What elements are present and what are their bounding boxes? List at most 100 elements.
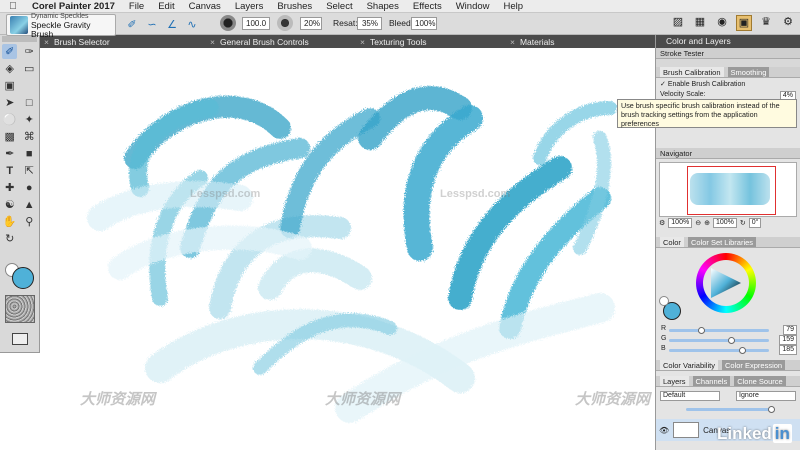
menu-help[interactable]: Help — [504, 1, 524, 12]
navigator-settings-icon[interactable]: ⚙ — [659, 219, 665, 227]
b-slider[interactable] — [669, 349, 769, 352]
perspective-icon[interactable]: ▲ — [22, 197, 37, 212]
navigator-zoom-field[interactable]: 100% — [668, 218, 693, 228]
opacity-field[interactable]: 20% — [300, 17, 322, 30]
screen-mode-icon[interactable] — [12, 333, 28, 345]
b-field[interactable]: 185 — [779, 345, 797, 355]
cross-hatch-icon[interactable]: ✚ — [2, 180, 17, 195]
zoom-out-icon[interactable]: ⊖ — [695, 219, 701, 227]
navigator-preview[interactable] — [659, 162, 797, 217]
r-field[interactable]: 79 — [783, 325, 797, 335]
close-icon[interactable]: × — [44, 37, 49, 47]
r-slider[interactable] — [669, 329, 769, 332]
settings-icon[interactable]: ⚙ — [780, 15, 796, 31]
magic-wand-icon[interactable]: ✦ — [22, 112, 37, 127]
additional-color-swatch[interactable] — [659, 296, 669, 306]
paint-bucket-icon[interactable]: ◈ — [2, 61, 17, 76]
shape-select-icon[interactable]: ⇱ — [22, 163, 37, 178]
brush-tool-icon[interactable]: ✐ — [2, 44, 18, 59]
bleed-field[interactable]: 100% — [411, 17, 437, 30]
close-icon[interactable]: × — [510, 37, 515, 47]
cloning-icon[interactable]: ♛ — [758, 15, 774, 31]
zoom-icon[interactable]: ⚲ — [22, 214, 37, 229]
opacity-preview-icon[interactable] — [277, 15, 293, 31]
g-field[interactable]: 159 — [779, 335, 797, 345]
rect-select-icon[interactable]: □ — [22, 95, 37, 110]
navigator-zoom2-field[interactable]: 100% — [712, 218, 737, 228]
tab-color[interactable]: Color — [660, 237, 684, 247]
navigator-view-rect[interactable] — [687, 166, 776, 215]
photo-painting-icon[interactable]: ▣ — [736, 15, 752, 31]
grid-panels-icon[interactable]: ▦ — [692, 15, 708, 31]
workspace-icon[interactable]: ◉ — [714, 15, 730, 31]
g-slider[interactable] — [669, 339, 769, 342]
menu-canvas[interactable]: Canvas — [189, 1, 221, 12]
lasso-icon[interactable]: ⚪ — [2, 112, 17, 127]
layer-opacity-knob[interactable] — [768, 406, 775, 413]
composite-method-select[interactable]: Ignore — [736, 391, 796, 401]
navigator-title[interactable]: Navigator — [656, 148, 800, 159]
r-slider-knob[interactable] — [698, 327, 705, 334]
color-wheel[interactable] — [696, 253, 756, 313]
menu-layers[interactable]: Layers — [235, 1, 264, 12]
tab-clone-source[interactable]: Clone Source — [734, 376, 786, 386]
dodge-icon[interactable]: ● — [22, 180, 37, 195]
zoom-in-icon[interactable]: ⊕ — [704, 219, 710, 227]
enhanced-stroke-icon[interactable]: ∿ — [184, 16, 200, 32]
stroke-tester-title[interactable]: Stroke Tester — [656, 48, 800, 59]
tab-channels[interactable]: Channels — [692, 376, 731, 386]
tab-color-variability[interactable]: Color Variability — [660, 360, 718, 370]
menu-window[interactable]: Window — [456, 1, 490, 12]
app-name[interactable]: Corel Painter 2017 — [32, 1, 115, 12]
blend-mode-select[interactable]: Default — [660, 391, 720, 401]
menu-edit[interactable]: Edit — [158, 1, 174, 12]
size-preview-icon[interactable] — [220, 15, 236, 31]
enable-calibration-checkbox[interactable]: ✓ Enable Brush Calibration — [660, 80, 796, 88]
close-icon[interactable]: × — [360, 37, 365, 47]
menu-brushes[interactable]: Brushes — [277, 1, 312, 12]
tab-general-brush-controls[interactable]: × General Brush Controls — [210, 37, 309, 47]
tab-brush-selector[interactable]: × Brush Selector — [44, 37, 110, 47]
layer-adjuster-icon[interactable]: ▣ — [2, 78, 17, 93]
rotate-icon[interactable]: ↻ — [740, 219, 746, 227]
layer-opacity-slider[interactable] — [686, 408, 772, 411]
menu-shapes[interactable]: Shapes — [367, 1, 399, 12]
tab-color-expression[interactable]: Color Expression — [721, 360, 786, 370]
pen-icon[interactable]: ✒ — [2, 146, 17, 161]
tab-materials[interactable]: × Materials — [510, 37, 554, 47]
tab-color-set-libraries[interactable]: Color Set Libraries — [687, 237, 757, 247]
brush-tool-icon[interactable]: ✐ — [124, 16, 140, 32]
main-color-swatch[interactable] — [12, 267, 34, 289]
tab-layers[interactable]: Layers — [660, 376, 689, 386]
canvas-area[interactable]: Lesspsd.com Lesspsd.com 大师资源网 大师资源网 大师资源… — [40, 48, 655, 450]
text-icon[interactable]: T — [2, 163, 17, 178]
rotate-page-icon[interactable]: ↻ — [2, 231, 17, 246]
menu-file[interactable]: File — [129, 1, 144, 12]
navigator-angle-field[interactable]: 0° — [748, 218, 762, 228]
close-icon[interactable]: × — [210, 37, 215, 47]
tab-smoothing[interactable]: Smoothing — [727, 67, 770, 77]
hand-grab-icon[interactable]: ✋ — [2, 214, 17, 229]
brush-selector-button[interactable]: Dynamic Speckles Speckle Gravity Brush — [6, 13, 116, 38]
dropper-tool-icon[interactable]: ✑ — [22, 44, 37, 59]
paper-texture-swatch[interactable] — [5, 295, 35, 323]
pointer-icon[interactable]: ➤ — [2, 95, 17, 110]
crop-icon[interactable]: ⌘ — [22, 129, 37, 144]
resat-field[interactable]: 35% — [357, 17, 382, 30]
rectangle-shape-icon[interactable]: ■ — [22, 146, 37, 161]
visibility-eye-icon[interactable]: 👁 — [659, 426, 669, 435]
tab-texturing-tools[interactable]: × Texturing Tools — [360, 37, 427, 47]
apple-icon[interactable]:  — [6, 1, 20, 12]
transform-icon[interactable]: ▩ — [2, 129, 17, 144]
freehand-stroke-icon[interactable]: ∽ — [144, 16, 160, 32]
size-field[interactable]: 100.0 — [242, 17, 270, 30]
menu-select[interactable]: Select — [326, 1, 352, 12]
mirror-icon[interactable]: ☯ — [2, 197, 17, 212]
b-slider-knob[interactable] — [739, 347, 746, 354]
brush-library-icon[interactable]: ▨ — [670, 15, 686, 31]
g-slider-knob[interactable] — [728, 337, 735, 344]
straight-line-icon[interactable]: ∠ — [164, 16, 180, 32]
tab-brush-calibration[interactable]: Brush Calibration — [660, 67, 724, 77]
menu-effects[interactable]: Effects — [413, 1, 442, 12]
eraser-icon[interactable]: ▭ — [22, 61, 37, 76]
